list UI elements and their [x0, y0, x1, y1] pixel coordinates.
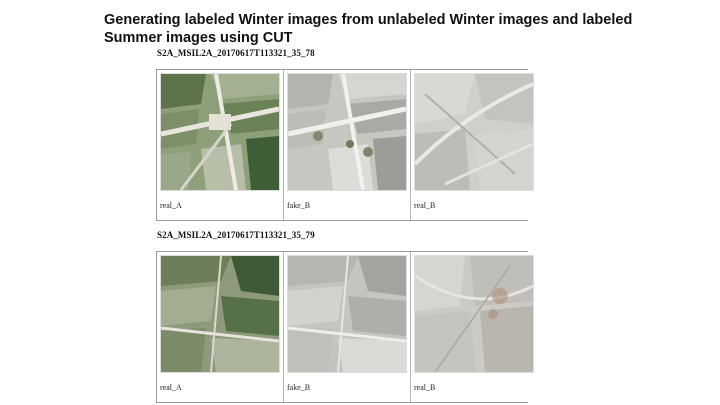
satellite-image-fake-b	[287, 255, 407, 373]
image-caption: real_A	[160, 383, 182, 392]
image-grid-2: real_A fake_B real_B	[156, 251, 537, 403]
image-cell-real-a: real_A	[157, 252, 284, 402]
image-cell-real-b: real_B	[411, 70, 537, 220]
satellite-image-fake-b	[287, 73, 407, 191]
slide-title: Generating labeled Winter images from un…	[104, 12, 633, 46]
image-caption: fake_B	[287, 201, 311, 210]
satellite-image-real-a	[160, 255, 280, 373]
image-caption: real_A	[160, 201, 182, 210]
satellite-image-real-b	[414, 255, 534, 373]
satellite-image-real-a	[160, 73, 280, 191]
image-caption: real_B	[414, 201, 436, 210]
image-caption: real_B	[414, 383, 436, 392]
satellite-image-real-b	[414, 73, 534, 191]
row-label: S2A_MSIL2A_20170617T113321_35_79	[157, 230, 315, 240]
image-grid-1: real_A fake_B real_B	[156, 69, 537, 221]
image-cell-fake-b: fake_B	[284, 70, 411, 220]
image-cell-real-a: real_A	[157, 70, 284, 220]
image-cell-fake-b: fake_B	[284, 252, 411, 402]
image-caption: fake_B	[287, 383, 311, 392]
row-label: S2A_MSIL2A_20170617T113321_35_78	[157, 48, 315, 58]
image-cell-real-b: real_B	[411, 252, 537, 402]
